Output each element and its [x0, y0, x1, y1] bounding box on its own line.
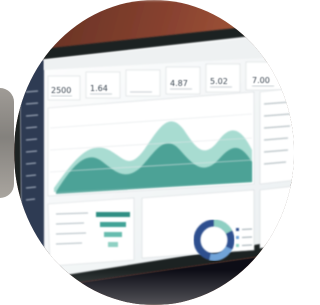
stat-value-4: 4.87	[170, 79, 188, 88]
bottom-right-panel	[259, 185, 294, 249]
stat-value-6: 7.00	[252, 76, 270, 85]
stat-value-1: 2500	[51, 86, 71, 95]
photo-scene: 2500 1.64 4.87 5.02 7.00	[0, 0, 294, 305]
laptop-dashboard-photo: 2500 1.64 4.87 5.02 7.00	[14, 0, 294, 305]
dashboard-sidebar	[20, 60, 44, 282]
stat-value-5: 5.02	[210, 77, 228, 86]
circular-photo-frame: 2500 1.64 4.87 5.02 7.00	[14, 0, 294, 305]
stat-value-2: 1.64	[90, 84, 108, 93]
adjacent-photo-edge	[0, 88, 14, 198]
